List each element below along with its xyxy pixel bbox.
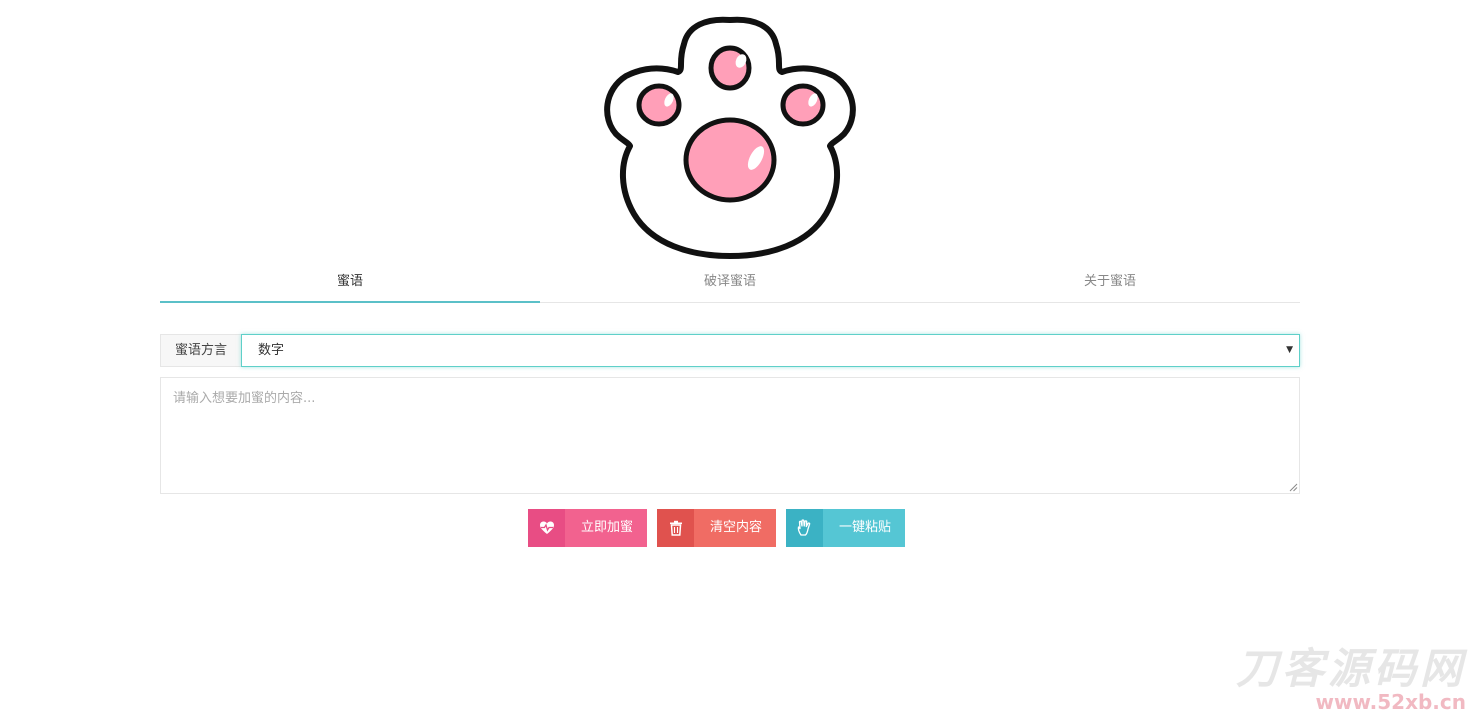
tab-honey-words[interactable]: 蜜语 bbox=[160, 262, 540, 303]
dialect-selected-value: 数字 bbox=[258, 343, 285, 358]
resize-grip-icon[interactable] bbox=[1289, 483, 1298, 492]
heart-pulse-icon bbox=[528, 509, 565, 547]
trash-icon bbox=[657, 509, 695, 547]
caret-down-icon: ▼ bbox=[1286, 345, 1293, 355]
content-textarea[interactable]: 请输入想要加蜜的内容... bbox=[160, 377, 1300, 494]
dialect-select[interactable]: 数字 ▼ bbox=[241, 334, 1300, 367]
tab-decrypt[interactable]: 破译蜜语 bbox=[540, 262, 920, 302]
dialect-label: 蜜语方言 bbox=[160, 334, 241, 367]
paste-button-label: 一键粘贴 bbox=[823, 509, 906, 547]
encrypt-button[interactable]: 立即加蜜 bbox=[528, 509, 648, 547]
dialect-row: 蜜语方言 数字 ▼ bbox=[160, 334, 1300, 367]
hand-icon bbox=[786, 509, 824, 547]
clear-button[interactable]: 清空内容 bbox=[657, 509, 777, 547]
content-placeholder: 请输入想要加蜜的内容... bbox=[173, 391, 316, 406]
paste-button[interactable]: 一键粘贴 bbox=[786, 509, 906, 547]
tab-bar: 蜜语 破译蜜语 关于蜜语 bbox=[160, 262, 1300, 303]
action-buttons: 立即加蜜 清空内容 一键粘贴 bbox=[528, 509, 915, 547]
clear-button-label: 清空内容 bbox=[694, 509, 777, 547]
encrypt-button-label: 立即加蜜 bbox=[565, 509, 648, 547]
page: 蜜语 破译蜜语 关于蜜语 蜜语方言 数字 ▼ 请输入想要加蜜的内容... 立即加… bbox=[0, 0, 1480, 725]
site-watermark: 刀客源码网 www.52xb.cn bbox=[1180, 647, 1466, 717]
watermark-title: 刀客源码网 bbox=[1235, 644, 1466, 693]
tab-about[interactable]: 关于蜜语 bbox=[920, 262, 1300, 302]
cat-paw-logo bbox=[604, 14, 856, 260]
watermark-url: www.52xb.cn bbox=[1315, 690, 1467, 714]
